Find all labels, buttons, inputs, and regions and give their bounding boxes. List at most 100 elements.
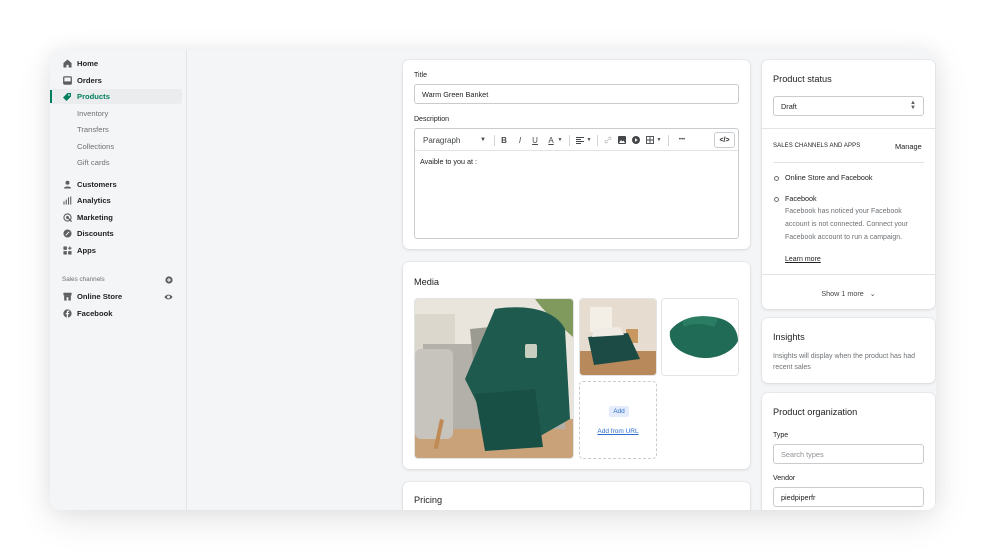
sidebar-item-facebook[interactable]: Facebook xyxy=(50,306,182,321)
divider xyxy=(773,162,924,163)
sidebar-item-online-store[interactable]: Online Store xyxy=(50,289,182,304)
sidebar-item-inventory[interactable]: Inventory xyxy=(50,106,182,121)
product-organization-title: Product organization xyxy=(773,407,858,417)
chevron-down-icon: ⌄ xyxy=(869,291,876,298)
app-window: Home Orders Products Inventory Transfers… xyxy=(50,50,936,510)
channel-status-icon xyxy=(774,176,779,181)
sidebar-item-customers[interactable]: Customers xyxy=(50,177,182,192)
sidebar-item-label: Home xyxy=(77,59,99,68)
media-image-main[interactable] xyxy=(414,298,574,459)
status-select-value: Draft xyxy=(781,101,797,111)
media-image-2[interactable] xyxy=(579,298,657,376)
sidebar-item-label: Online Store xyxy=(77,292,123,301)
sidebar-item-label: Discounts xyxy=(77,229,114,238)
sidebar-item-products[interactable]: Products xyxy=(50,89,182,104)
sidebar-item-apps[interactable]: Apps xyxy=(50,243,182,258)
editor-toolbar: Paragraph ▼ B I U A ▼ ▼ ▼ ••• </> xyxy=(415,129,738,151)
target-icon xyxy=(62,213,72,223)
discount-icon xyxy=(62,229,72,239)
toolbar-divider xyxy=(668,135,669,146)
sidebar-item-marketing[interactable]: Marketing xyxy=(50,210,182,225)
sidebar-item-label: Facebook xyxy=(77,309,113,318)
sidebar-item-gift-cards[interactable]: Gift cards xyxy=(50,155,182,170)
sales-channels-heading: SALES CHANNELS AND APPS xyxy=(773,143,861,149)
link-icon[interactable] xyxy=(602,129,614,151)
product-status-title: Product status xyxy=(773,74,832,84)
sidebar-item-transfers[interactable]: Transfers xyxy=(50,122,182,137)
toolbar-divider xyxy=(569,135,570,146)
sidebar-item-analytics[interactable]: Analytics xyxy=(50,193,182,208)
type-input[interactable]: Search types xyxy=(773,444,924,464)
select-arrows-icon: ▲ ▼ xyxy=(910,100,916,111)
facebook-note: Facebook has noticed your Facebook accou… xyxy=(785,208,908,241)
description-body[interactable]: Avaible to you at : xyxy=(420,157,477,166)
home-icon xyxy=(62,59,72,69)
tag-icon xyxy=(62,92,72,102)
facebook-icon xyxy=(62,309,72,319)
chevron-down-icon: ▼ xyxy=(656,137,662,143)
chevron-down-icon: ▼ xyxy=(480,137,486,143)
product-status-card: Product status Draft ▲ ▼ SALES CHANNELS A… xyxy=(762,60,935,309)
sidebar-item-orders[interactable]: Orders xyxy=(50,73,182,88)
eye-icon[interactable] xyxy=(164,292,173,301)
media-dropzone[interactable]: Add Add from URL xyxy=(579,381,657,459)
sidebar-item-home[interactable]: Home xyxy=(50,56,182,71)
bold-icon[interactable]: B xyxy=(498,129,510,151)
title-input[interactable]: Warm Green Banket xyxy=(414,84,739,104)
apps-icon xyxy=(62,246,72,256)
manage-channels-link[interactable]: Manage xyxy=(895,142,922,151)
product-organization-card: Product organization Type Search types V… xyxy=(762,393,935,510)
sidebar-item-discounts[interactable]: Discounts xyxy=(50,226,182,241)
store-icon xyxy=(62,292,72,302)
media-card: Media Add Add from URL xyxy=(403,262,750,469)
learn-more-link[interactable]: Learn more xyxy=(785,256,821,263)
description-label: Description xyxy=(414,116,450,123)
insights-title: Insights xyxy=(773,332,805,342)
pricing-card: Pricing xyxy=(403,482,750,510)
sidebar-item-label: Marketing xyxy=(77,213,113,222)
sidebar-item-label: Customers xyxy=(77,180,117,189)
vendor-label: Vendor xyxy=(773,475,796,482)
add-from-url-link[interactable]: Add from URL xyxy=(580,428,656,435)
more-icon[interactable]: ••• xyxy=(674,129,690,151)
underline-icon[interactable]: U xyxy=(529,129,541,151)
product-details-card: Title Warm Green Banket Description Para… xyxy=(403,60,750,249)
image-icon[interactable] xyxy=(616,129,628,151)
insights-card: Insights Insights will display when the … xyxy=(762,318,935,383)
sofa-blanket-image xyxy=(415,299,573,458)
sidebar-item-label: Collections xyxy=(77,142,115,151)
italic-icon[interactable]: I xyxy=(514,129,526,151)
status-select[interactable]: Draft ▲ ▼ xyxy=(773,96,924,116)
sales-channels-label: Sales channels xyxy=(62,276,105,283)
sidebar-item-label: Orders xyxy=(77,76,102,85)
add-media-button[interactable]: Add xyxy=(609,406,629,417)
media-image-3[interactable] xyxy=(661,298,739,376)
vendor-input[interactable]: piedpiperfr xyxy=(773,487,924,507)
sidebar-item-label: Apps xyxy=(77,246,96,255)
show-more-button[interactable]: Show 1 more ⌄ xyxy=(762,289,935,298)
html-icon[interactable]: </> xyxy=(714,132,735,148)
sidebar-item-label: Inventory xyxy=(77,109,109,118)
channel-online-store-facebook: Online Store and Facebook xyxy=(785,173,873,182)
sidebar-item-label: Transfers xyxy=(77,125,109,134)
pricing-title: Pricing xyxy=(414,495,443,505)
video-icon[interactable] xyxy=(630,129,642,151)
add-channel-icon[interactable] xyxy=(164,275,173,284)
folded-blanket-image xyxy=(662,299,738,375)
sidebar-item-collections[interactable]: Collections xyxy=(50,139,182,154)
bed-blanket-image xyxy=(580,299,656,375)
format-select[interactable]: Paragraph xyxy=(423,129,483,151)
person-icon xyxy=(62,180,72,190)
title-label: Title xyxy=(414,72,427,79)
insights-body: Insights will display when the product h… xyxy=(773,353,916,371)
sidebar-item-label: Gift cards xyxy=(77,158,110,167)
show-more-label: Show 1 more xyxy=(821,289,864,298)
sidebar: Home Orders Products Inventory Transfers… xyxy=(50,50,187,510)
toolbar-divider xyxy=(494,135,495,146)
divider xyxy=(762,128,935,129)
format-select-value: Paragraph xyxy=(423,135,461,145)
bar-chart-icon xyxy=(62,196,72,206)
description-editor: Paragraph ▼ B I U A ▼ ▼ ▼ ••• </> Avaibl… xyxy=(414,128,739,239)
media-title: Media xyxy=(414,277,440,287)
channel-facebook: Facebook xyxy=(785,194,817,203)
